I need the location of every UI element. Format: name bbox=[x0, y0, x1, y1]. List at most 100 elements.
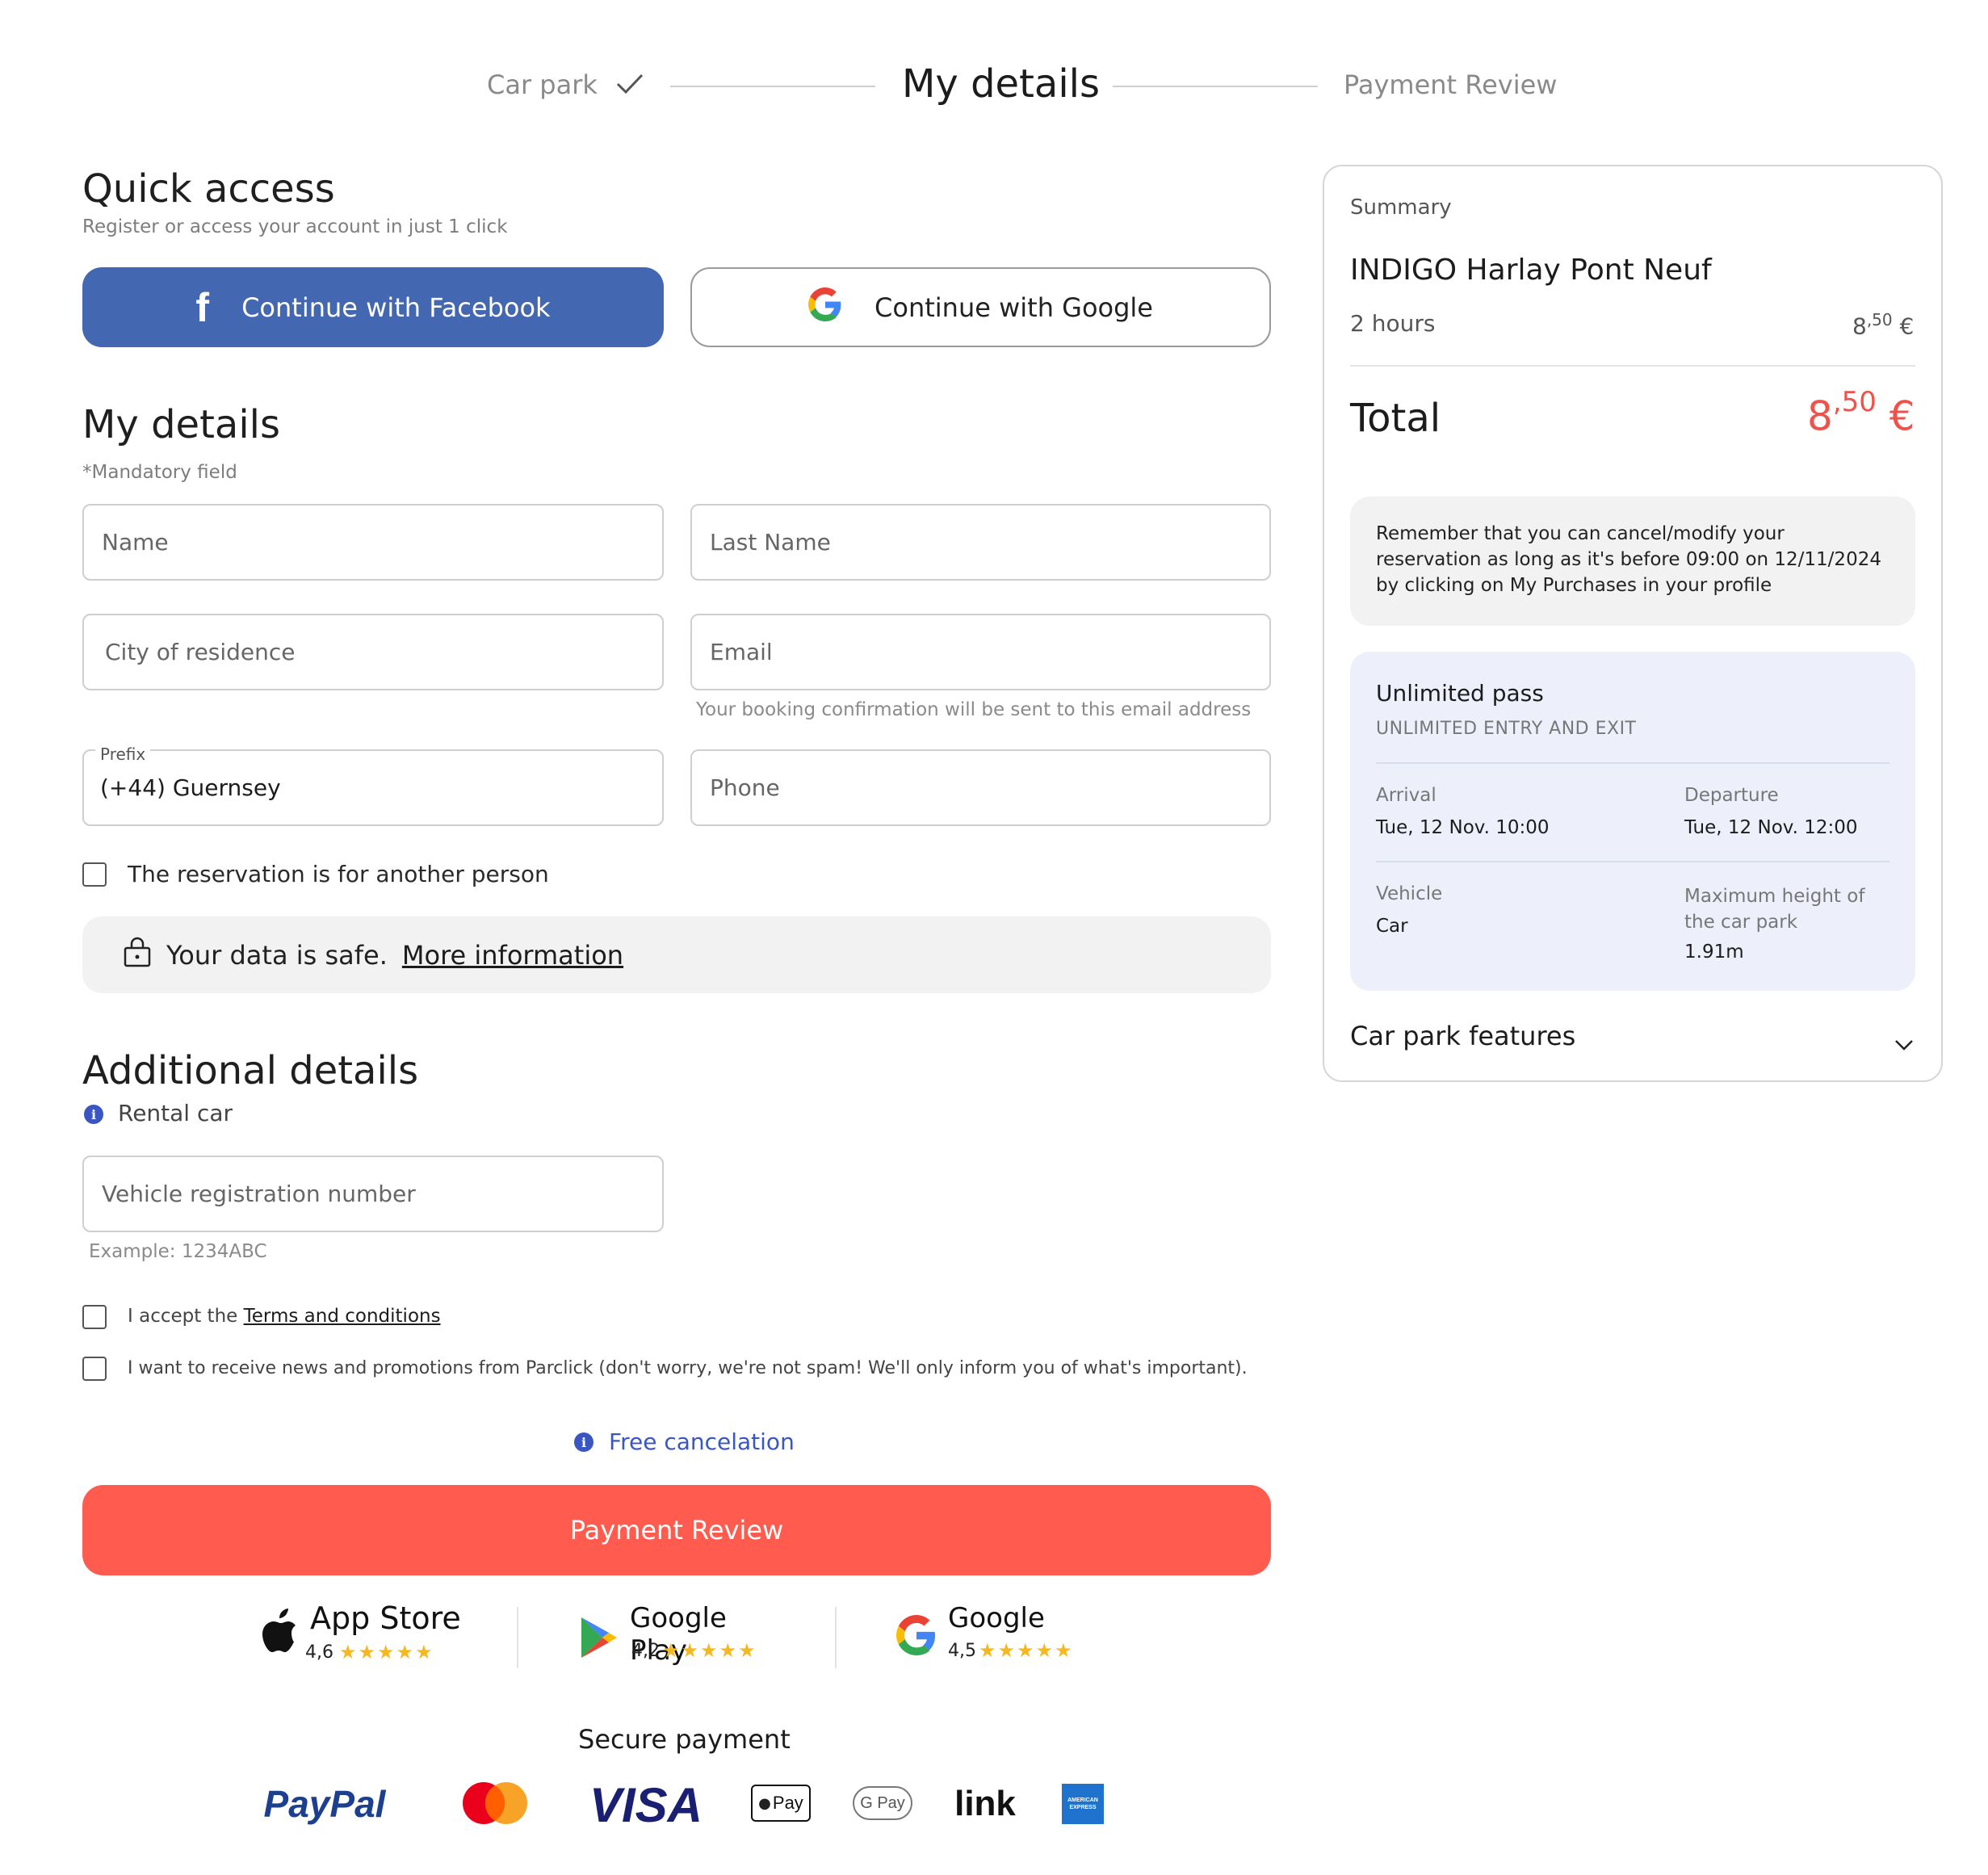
paypal-text: PayPal bbox=[263, 1783, 386, 1825]
google-stars: ★★★★★ bbox=[979, 1639, 1074, 1662]
info-icon: i bbox=[84, 1105, 103, 1124]
app-store-stars: ★★★★★ bbox=[339, 1641, 434, 1663]
phone-field[interactable]: Phone bbox=[690, 749, 1271, 826]
google-play-icon bbox=[578, 1615, 619, 1663]
max-height-label: Maximum height of the car park bbox=[1684, 886, 1865, 933]
total-currency: € bbox=[1889, 392, 1915, 440]
terms-label: I accept the Terms and conditions bbox=[128, 1306, 441, 1327]
google-name: Google bbox=[948, 1602, 1045, 1634]
duration-label: 2 hours bbox=[1350, 310, 1436, 337]
app-store-rating: App Store 4,6 ★★★★★ bbox=[258, 1597, 468, 1670]
summary-divider bbox=[1350, 365, 1915, 367]
total-price: 8,50 € bbox=[1807, 386, 1915, 440]
pass-title: Unlimited pass bbox=[1376, 680, 1544, 707]
divider bbox=[835, 1607, 837, 1668]
car-park-features-label: Car park features bbox=[1350, 1021, 1576, 1051]
car-park-name: INDIGO Harlay Pont Neuf bbox=[1350, 254, 1712, 287]
duration-price-int: 8 bbox=[1852, 312, 1867, 340]
google-rating: Google 4,5 ★★★★★ bbox=[896, 1599, 1106, 1672]
secure-payment-title: Secure payment bbox=[578, 1724, 791, 1755]
name-field[interactable]: Name bbox=[82, 504, 664, 581]
facebook-icon: f bbox=[195, 284, 210, 330]
city-placeholder: City of residence bbox=[105, 639, 296, 665]
pass-subtitle: UNLIMITED ENTRY AND EXIT bbox=[1376, 719, 1637, 739]
departure-value: Tue, 12 Nov. 12:00 bbox=[1684, 817, 1858, 838]
last-name-field[interactable]: Last Name bbox=[690, 504, 1271, 581]
prefix-select[interactable]: (+44) Guernsey bbox=[82, 749, 664, 826]
quick-access-subtitle: Register or access your account in just … bbox=[82, 216, 508, 237]
arrival-value: Tue, 12 Nov. 10:00 bbox=[1376, 817, 1550, 838]
continue-facebook-button[interactable]: f Continue with Facebook bbox=[82, 267, 664, 347]
terms-link[interactable]: Terms and conditions bbox=[244, 1306, 441, 1327]
divider bbox=[517, 1607, 518, 1668]
vehicle-label: Vehicle bbox=[1376, 883, 1443, 904]
mastercard-logo bbox=[462, 1781, 528, 1828]
cancel-notice: Remember that you can cancel/modify your… bbox=[1350, 497, 1915, 626]
arrival-label: Arrival bbox=[1376, 785, 1436, 806]
duration-currency: € bbox=[1899, 312, 1915, 340]
terms-prefix: I accept the bbox=[128, 1306, 238, 1327]
news-checkbox[interactable] bbox=[82, 1357, 107, 1381]
last-name-placeholder: Last Name bbox=[710, 529, 831, 556]
total-int: 8 bbox=[1807, 392, 1833, 440]
info-icon: i bbox=[574, 1432, 593, 1452]
google-icon bbox=[808, 287, 842, 328]
stepper-line bbox=[670, 86, 875, 87]
free-cancelation-link[interactable]: Free cancelation bbox=[609, 1428, 795, 1455]
amex-logo: AMERICAN EXPRESS bbox=[1062, 1784, 1104, 1824]
email-field[interactable]: Email bbox=[690, 614, 1271, 690]
terms-checkbox[interactable] bbox=[82, 1305, 107, 1329]
departure-label: Departure bbox=[1684, 785, 1779, 806]
pass-divider bbox=[1376, 762, 1889, 764]
my-details-title: My details bbox=[82, 402, 280, 447]
apple-pay-icon: ● bbox=[758, 1794, 771, 1812]
vehicle-value: Car bbox=[1376, 916, 1408, 937]
city-field[interactable]: City of residence bbox=[82, 614, 664, 690]
email-placeholder: Email bbox=[710, 639, 773, 665]
stepper-line bbox=[1113, 86, 1318, 87]
name-placeholder: Name bbox=[102, 529, 169, 556]
apple-pay-text: Pay bbox=[772, 1793, 803, 1813]
summary-label: Summary bbox=[1350, 195, 1452, 220]
payment-review-label: Payment Review bbox=[569, 1515, 784, 1546]
app-store-name: App Store bbox=[310, 1600, 461, 1636]
data-safe-banner: Your data is safe. More information bbox=[82, 917, 1271, 993]
more-information-link[interactable]: More information bbox=[402, 940, 623, 971]
another-person-label: The reservation is for another person bbox=[128, 861, 549, 887]
app-store-score: 4,6 bbox=[305, 1642, 333, 1663]
google-play-stars: ★★★★★ bbox=[662, 1639, 757, 1662]
checkmark-icon bbox=[615, 71, 644, 100]
apple-icon bbox=[258, 1609, 299, 1657]
google-button-label: Continue with Google bbox=[874, 292, 1153, 323]
data-safe-text: Your data is safe. bbox=[166, 939, 388, 971]
duration-price: 8,50 € bbox=[1852, 310, 1914, 339]
visa-text: VISA bbox=[589, 1777, 703, 1832]
google-pay-logo: G Pay bbox=[853, 1786, 912, 1820]
google-g-icon bbox=[896, 1615, 937, 1659]
payment-review-button[interactable]: Payment Review bbox=[82, 1485, 1271, 1575]
apple-pay-logo: ● Pay bbox=[751, 1785, 811, 1822]
rental-car-label: Rental car bbox=[118, 1100, 233, 1126]
another-person-checkbox[interactable] bbox=[82, 862, 107, 887]
phone-placeholder: Phone bbox=[710, 774, 780, 801]
google-play-rating: Google Play 4,2 ★★★★★ bbox=[578, 1599, 788, 1672]
amex-text: AMERICAN EXPRESS bbox=[1067, 1797, 1098, 1810]
prefix-label: Prefix bbox=[95, 745, 151, 764]
continue-google-button[interactable]: Continue with Google bbox=[690, 267, 1271, 347]
step-payment-review: Payment Review bbox=[1344, 69, 1558, 100]
lock-icon bbox=[123, 937, 152, 974]
vehicle-registration-field[interactable]: Vehicle registration number bbox=[82, 1156, 664, 1232]
mandatory-note: *Mandatory field bbox=[82, 462, 237, 483]
link-logo: link bbox=[950, 1780, 1021, 1828]
vehicle-registration-placeholder: Vehicle registration number bbox=[102, 1181, 416, 1207]
news-label: I want to receive news and promotions fr… bbox=[128, 1358, 1248, 1378]
step-my-details: My details bbox=[902, 61, 1100, 107]
step-car-park[interactable]: Car park bbox=[487, 69, 598, 100]
chevron-down-icon bbox=[1893, 1029, 1915, 1059]
pass-divider bbox=[1376, 861, 1889, 862]
google-pay-text: G Pay bbox=[860, 1793, 905, 1812]
car-park-features-toggle[interactable]: Car park features bbox=[1350, 1021, 1915, 1061]
paypal-logo: PayPal bbox=[260, 1780, 389, 1828]
duration-price-dec: ,50 bbox=[1866, 310, 1893, 329]
facebook-button-label: Continue with Facebook bbox=[241, 292, 551, 323]
